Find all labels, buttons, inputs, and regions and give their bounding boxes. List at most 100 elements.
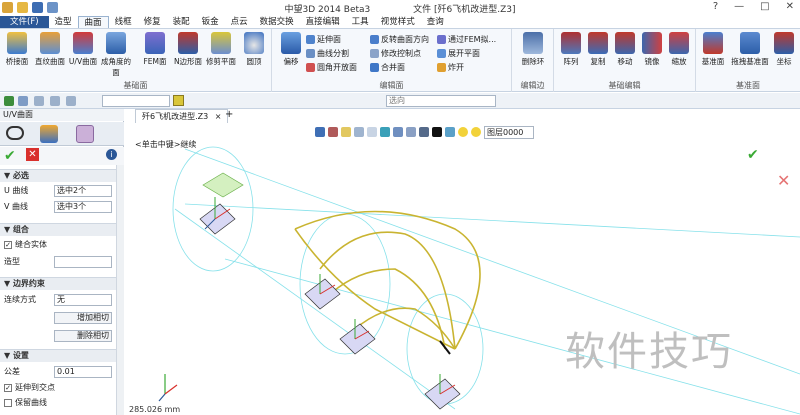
- button-label: 成角度的面: [101, 57, 131, 77]
- 3d-viewport[interactable]: 歼6飞机改进型.Z3 × + 图层0000 <单击中键>继续 ✔ ✕ 软件技巧 …: [125, 109, 800, 415]
- extend-face-icon: [306, 35, 315, 44]
- uv-surface-button[interactable]: U/V曲面: [66, 32, 100, 67]
- extend-face-button[interactable]: 延伸面: [306, 34, 341, 45]
- pattern-icon: [561, 32, 581, 54]
- menu-modeling[interactable]: 造型: [49, 16, 78, 28]
- sew-solid-option[interactable]: ✓ 缝合实体: [4, 239, 47, 251]
- angled-surface-button[interactable]: 成角度的面: [99, 32, 133, 78]
- add-icon[interactable]: [50, 96, 60, 106]
- bridge-surface-button[interactable]: 桥接面: [0, 32, 34, 67]
- ribbon: 桥接面 直纹曲面 U/V曲面 成角度的面 FEM面 N边形面 修剪平面 圆顶 基…: [0, 29, 800, 92]
- datum-plane[interactable]: [424, 378, 461, 410]
- v-curve-field[interactable]: 选中3个: [54, 201, 112, 213]
- panel-scrollbar[interactable]: [116, 165, 124, 415]
- remove-tangent-button[interactable]: 删除相切: [54, 330, 112, 342]
- continuity-label: 连续方式: [4, 295, 36, 304]
- curve-split-button[interactable]: 曲线分割: [306, 48, 349, 59]
- pick-icon[interactable]: [34, 96, 44, 106]
- scale-button[interactable]: 缩放: [662, 32, 696, 67]
- panel-actions: ✔ ✕ i: [0, 147, 124, 165]
- datum-plane[interactable]: [199, 203, 236, 235]
- unfold-plane-button[interactable]: 展开平面: [437, 48, 480, 59]
- dome-button[interactable]: 圆顶: [237, 32, 271, 67]
- add-tangent-button[interactable]: 增加相切: [54, 312, 112, 324]
- trim-plane-button[interactable]: 修剪平面: [204, 32, 238, 67]
- extend-intersect-checkbox[interactable]: ✓: [4, 383, 12, 392]
- merge-face-icon: [370, 63, 379, 72]
- offset-button[interactable]: 偏移: [274, 32, 308, 67]
- view-select[interactable]: [102, 95, 170, 107]
- menu-wireframe[interactable]: 线框: [109, 16, 138, 28]
- ok-button[interactable]: ✔: [4, 148, 16, 164]
- menu-file[interactable]: 文件(F): [0, 16, 49, 28]
- menu-pointcloud[interactable]: 点云: [225, 16, 254, 28]
- keep-curve-option[interactable]: 保留曲线: [4, 397, 47, 409]
- history-icon[interactable]: [40, 125, 58, 143]
- menu-tools[interactable]: 工具: [346, 16, 375, 28]
- tolerance-field[interactable]: 0.01: [54, 366, 112, 378]
- ruled-surface-button[interactable]: 直纹曲面: [33, 32, 67, 67]
- view-icon[interactable]: [173, 95, 184, 106]
- u-curve-field[interactable]: 选中2个: [54, 185, 112, 197]
- fem-surface-icon: [145, 32, 165, 54]
- extend-intersect-option[interactable]: ✓ 延伸到交点: [4, 382, 55, 394]
- menu-sheetmetal[interactable]: 钣金: [196, 16, 225, 28]
- section-boundary-label: 边界约束: [12, 279, 45, 288]
- button-label: 坐标: [776, 57, 792, 66]
- n-sided-surface-button[interactable]: N边形面: [171, 32, 205, 67]
- world-axis-y: [158, 393, 166, 402]
- tolerance-label: 公差: [4, 367, 20, 376]
- glasses-icon[interactable]: [6, 126, 24, 140]
- menu-query[interactable]: 查询: [421, 16, 450, 28]
- reverse-direction-button[interactable]: 反转曲面方向: [370, 34, 429, 45]
- viewport-ok-icon[interactable]: ✔: [747, 147, 759, 163]
- delete-loop-button[interactable]: 删除环: [516, 32, 550, 67]
- datum-plane[interactable]: [339, 323, 376, 355]
- menu-data-exchange[interactable]: 数据交换: [254, 16, 300, 28]
- title-bar: 中望3D 2014 Beta3 文件 [歼6飞机改进型.Z3] ? — □ ✕: [0, 0, 800, 16]
- modify-control-points-button[interactable]: 修改控制点: [370, 48, 421, 59]
- section-required-label: 必选: [12, 171, 29, 180]
- section-boundary[interactable]: ▼ 边界约束: [0, 277, 116, 290]
- mode-select[interactable]: 选向: [386, 95, 496, 107]
- filter-icon[interactable]: [18, 96, 28, 106]
- explode-button[interactable]: 炸开: [437, 62, 464, 73]
- close-button[interactable]: ✕: [786, 1, 794, 12]
- help-button[interactable]: ?: [713, 1, 718, 12]
- surface-curve[interactable]: [319, 231, 456, 350]
- select-icon[interactable]: [4, 96, 14, 106]
- surface-tab-icon[interactable]: [76, 125, 94, 143]
- drag-datum-button[interactable]: 拖拽基准面: [730, 32, 770, 67]
- fillet-open-face-button[interactable]: 圆角开放面: [306, 62, 357, 73]
- menu-repair[interactable]: 修复: [138, 16, 167, 28]
- datum-plane[interactable]: [304, 278, 341, 310]
- fem-surface-button[interactable]: FEM面: [138, 32, 172, 67]
- coordinate-button[interactable]: 坐标: [770, 32, 798, 67]
- menu-direct-edit[interactable]: 直接编辑: [300, 16, 346, 28]
- cancel-button[interactable]: ✕: [26, 148, 39, 161]
- menu-bar: 文件(F) 造型 曲面 线框 修复 装配 钣金 点云 数据交换 直接编辑 工具 …: [0, 16, 800, 29]
- info-icon[interactable]: i: [106, 149, 117, 160]
- maximize-button[interactable]: □: [760, 1, 769, 12]
- viewport-cancel-icon[interactable]: ✕: [777, 171, 790, 190]
- panel-title: U/V曲面: [0, 109, 124, 121]
- continuity-select[interactable]: 无: [54, 294, 112, 306]
- datum-plane-green[interactable]: [202, 172, 244, 198]
- sew-solid-checkbox[interactable]: ✓: [4, 240, 12, 249]
- menu-surface[interactable]: 曲面: [77, 16, 109, 28]
- coordinate-icon: [774, 32, 794, 54]
- keep-curve-checkbox[interactable]: [4, 398, 12, 407]
- merge-face-button[interactable]: 合并面: [370, 62, 405, 73]
- section-combine[interactable]: ▼ 组合: [0, 223, 116, 236]
- fem-fit-button[interactable]: 通过FEM拟...: [437, 34, 496, 45]
- minimize-button[interactable]: —: [734, 1, 744, 12]
- button-label: N边形面: [173, 57, 203, 66]
- menu-visual-style[interactable]: 视觉样式: [375, 16, 421, 28]
- grid-icon[interactable]: [66, 96, 76, 106]
- shape-field[interactable]: [54, 256, 112, 268]
- datum-plane-button[interactable]: 基准面: [696, 32, 730, 67]
- menu-assembly[interactable]: 装配: [167, 16, 196, 28]
- world-axis-x: [164, 384, 178, 395]
- section-required[interactable]: ▼ 必选: [0, 169, 116, 182]
- section-settings[interactable]: ▼ 设置: [0, 349, 116, 362]
